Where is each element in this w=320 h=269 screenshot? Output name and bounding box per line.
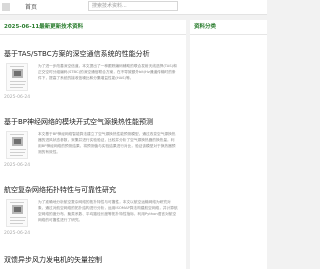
article-snippet: 为了准确地分析航空复杂网络的拓扑特性与可靠性，本文以航空运输网络为研究对象，通过… <box>38 200 178 222</box>
article-title[interactable]: 双馈异步风力发电机的矢量控制 <box>4 256 182 265</box>
article-snippet: 为了进一步改善深空信道，本文提出了一种跟踪编码辅助的联合发射天线选择(TAS)和… <box>38 64 177 80</box>
article-thumbnail[interactable] <box>6 131 28 159</box>
search-input[interactable]: 搜索技术资料... <box>88 1 178 11</box>
latest-updates-heading: 2025-06-11最新更新技术资料 <box>0 20 186 35</box>
article-date: 2025-06-24 <box>4 163 31 168</box>
article-item[interactable]: 双馈异步风力发电机的矢量控制 <box>4 256 182 265</box>
main-content: 2025-06-11最新更新技术资料 基于TAS/STBC方案的深空通信系统的性… <box>0 20 186 269</box>
article-date: 2025-06-24 <box>4 95 31 100</box>
article-title[interactable]: 航空复杂网络拓扑特性与可靠性研究 <box>4 186 182 195</box>
category-heading: 资料分类 <box>190 20 267 35</box>
nav-home-link[interactable]: 首页 <box>25 2 37 11</box>
site-logo[interactable] <box>2 3 10 11</box>
article-thumbnail[interactable] <box>6 63 28 91</box>
article-thumbnail[interactable] <box>6 199 28 227</box>
sidebar: 资料分类 <box>190 20 267 269</box>
article-date: 2025-06-24 <box>4 231 31 236</box>
article-item[interactable]: 基于BP神经网络的模块开式空气源换热性能预测 本文基于BP神经网络智能算法建立了… <box>4 118 182 168</box>
top-bar: 首页 搜索技术资料... <box>0 0 267 15</box>
article-title[interactable]: 基于TAS/STBC方案的深空通信系统的性能分析 <box>4 50 182 59</box>
article-item[interactable]: 基于TAS/STBC方案的深空通信系统的性能分析 为了进一步改善深空信道，本文提… <box>4 50 182 100</box>
article-snippet: 本文基于BP神经网络智能算法建立了空气源换热性能预测模型，通过改变空气源换热器的… <box>38 132 176 154</box>
article-title[interactable]: 基于BP神经网络的模块开式空气源换热性能预测 <box>4 118 182 127</box>
article-item[interactable]: 航空复杂网络拓扑特性与可靠性研究 为了准确地分析航空复杂网络的拓扑特性与可靠性，… <box>4 186 182 236</box>
